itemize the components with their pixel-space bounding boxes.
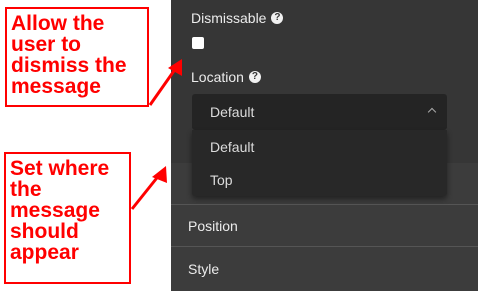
location-dropdown-menu: Default Top — [192, 130, 447, 196]
location-select-value: Default — [210, 104, 255, 120]
callout-line: should — [10, 220, 79, 243]
location-field-label: Location ? — [191, 69, 261, 85]
arrow-line-location — [130, 173, 162, 210]
callout-line: Allow the — [11, 12, 105, 35]
arrowhead-icon — [152, 166, 167, 183]
location-option-default[interactable]: Default — [192, 130, 447, 163]
callout-line: message — [11, 75, 101, 98]
location-option-top[interactable]: Top — [192, 163, 447, 196]
location-select[interactable]: Default — [192, 94, 447, 130]
section-style[interactable]: Style — [171, 247, 478, 291]
callout-line: appear — [10, 241, 79, 264]
section-position-label: Position — [188, 217, 238, 234]
dismissable-label: Dismissable — [191, 10, 267, 26]
callout-line: Set where — [10, 157, 110, 180]
annotation-dismiss-callout: Allow the user to dismiss the message — [5, 7, 149, 107]
option-label: Default — [210, 138, 255, 155]
option-label: Top — [210, 171, 233, 188]
annotation-location-callout: Set where the message should appear — [4, 152, 131, 284]
section-position[interactable]: Position — [171, 205, 478, 246]
help-circle-icon[interactable]: ? — [248, 71, 261, 83]
help-circle-icon[interactable]: ? — [271, 12, 284, 24]
location-label: Location — [191, 69, 244, 85]
chevron-up-icon — [427, 107, 437, 117]
section-style-label: Style — [188, 261, 220, 277]
callout-line: message — [10, 199, 100, 222]
callout-line: dismiss the — [11, 54, 127, 77]
dismissable-field-label: Dismissable ? — [191, 10, 284, 26]
callout-line: user to — [11, 33, 82, 56]
callout-line: the — [10, 178, 42, 201]
dismissable-checkbox[interactable] — [192, 37, 204, 49]
